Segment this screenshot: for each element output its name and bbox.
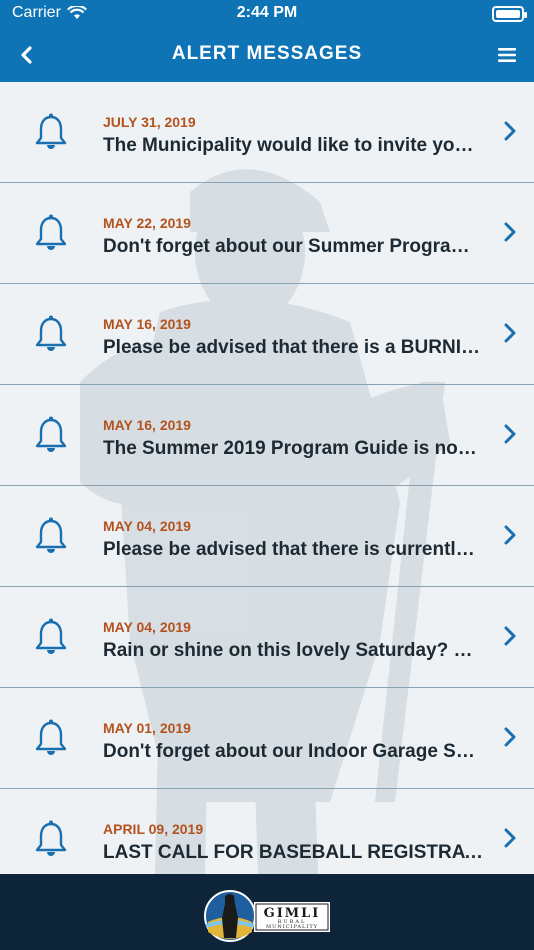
bell-icon xyxy=(35,416,67,452)
status-time: 2:44 PM xyxy=(236,4,298,21)
alert-row[interactable]: MAY 04, 2019 Rain or shine on this lovel… xyxy=(0,587,534,688)
alert-text: Please be advised that there is currentl… xyxy=(103,539,483,560)
nav-bar: ALERT MESSAGES xyxy=(0,26,534,82)
alert-date: MAY 01, 2019 xyxy=(103,720,191,736)
chevron-right-icon xyxy=(504,525,516,545)
bell-icon xyxy=(35,315,67,351)
status-bar: Carrier 2:44 PM xyxy=(0,0,534,26)
alert-row[interactable]: APRIL 09, 2019 LAST CALL FOR BASEBALL RE… xyxy=(0,789,534,874)
alert-row[interactable]: MAY 16, 2019 The Summer 2019 Program Gui… xyxy=(0,385,534,486)
alert-list-area[interactable]: JULY 31, 2019 The Municipality would lik… xyxy=(0,82,534,874)
bell-icon xyxy=(35,214,67,250)
battery-icon xyxy=(492,6,527,22)
chevron-right-icon xyxy=(504,828,516,848)
alert-text: LAST CALL FOR BASEBALL REGISTRATIO... xyxy=(103,842,483,863)
alert-date: APRIL 09, 2019 xyxy=(103,821,204,837)
alert-text: Please be advised that there is a BURNIN… xyxy=(103,337,483,358)
bell-icon xyxy=(35,517,67,553)
chevron-right-icon xyxy=(504,727,516,747)
menu-button[interactable] xyxy=(496,44,518,66)
alert-list: JULY 31, 2019 The Municipality would lik… xyxy=(0,82,534,874)
alert-text: Don't forget about our Indoor Garage Sal… xyxy=(103,741,483,762)
chevron-right-icon xyxy=(504,626,516,646)
logo-subtitle-municipality: MUNICIPALITY xyxy=(266,924,318,930)
alert-date: MAY 16, 2019 xyxy=(103,316,191,332)
alert-date: JULY 31, 2019 xyxy=(103,114,196,130)
bell-icon xyxy=(35,820,67,856)
alert-row[interactable]: MAY 22, 2019 Don't forget about our Summ… xyxy=(0,183,534,284)
gimli-logo: GIMLI RURAL MUNICIPALITY xyxy=(204,890,330,942)
alert-date: MAY 04, 2019 xyxy=(103,619,191,635)
alert-text: The Summer 2019 Program Guide is now a..… xyxy=(103,438,483,459)
alert-row[interactable]: MAY 16, 2019 Please be advised that ther… xyxy=(0,284,534,385)
alert-date: MAY 16, 2019 xyxy=(103,417,191,433)
alert-date: MAY 04, 2019 xyxy=(103,518,191,534)
alert-row[interactable]: JULY 31, 2019 The Municipality would lik… xyxy=(0,82,534,183)
alert-date: MAY 22, 2019 xyxy=(103,215,191,231)
alert-text: Don't forget about our Summer Program R.… xyxy=(103,236,483,257)
bell-icon xyxy=(35,719,67,755)
chevron-right-icon xyxy=(504,323,516,343)
alert-text: Rain or shine on this lovely Saturday? D… xyxy=(103,640,483,661)
chevron-right-icon xyxy=(504,424,516,444)
chevron-right-icon xyxy=(504,222,516,242)
alert-row[interactable]: MAY 01, 2019 Don't forget about our Indo… xyxy=(0,688,534,789)
alert-row[interactable]: MAY 04, 2019 Please be advised that ther… xyxy=(0,486,534,587)
bell-icon xyxy=(35,618,67,654)
page-title: ALERT MESSAGES xyxy=(171,43,363,64)
footer: GIMLI RURAL MUNICIPALITY xyxy=(0,874,534,950)
bell-icon xyxy=(35,113,67,149)
alert-text: The Municipality would like to invite yo… xyxy=(103,135,483,156)
chevron-right-icon xyxy=(504,121,516,141)
